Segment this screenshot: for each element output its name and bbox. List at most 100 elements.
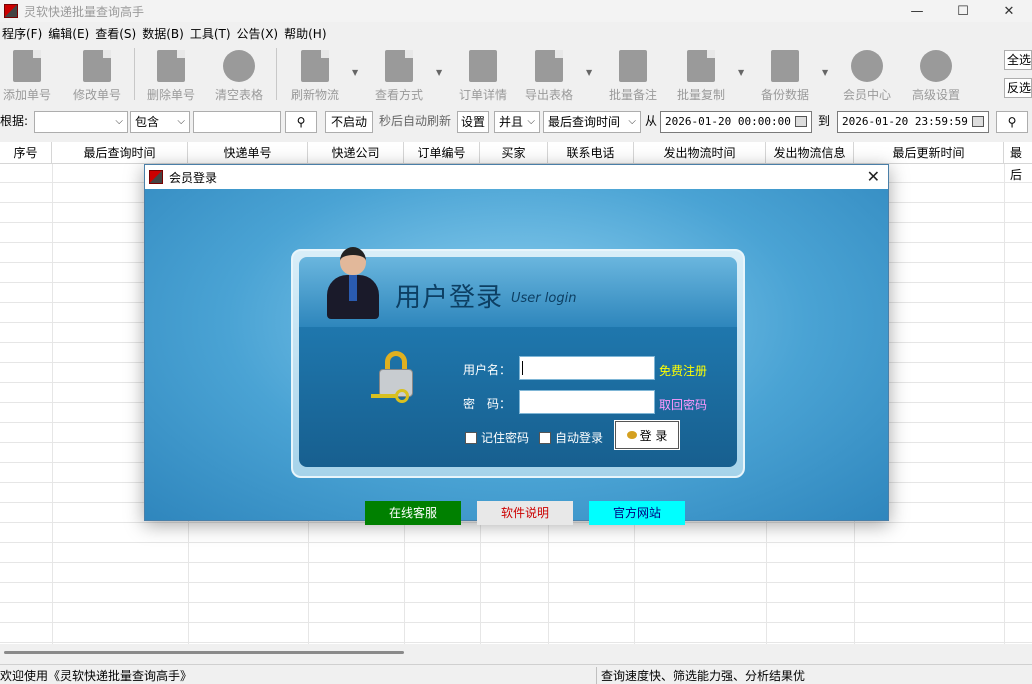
col-tracking-number[interactable]: 快递单号 — [188, 142, 308, 164]
register-link[interactable]: 免费注册 — [659, 362, 707, 379]
chevron-down-icon[interactable]: ▼ — [738, 68, 744, 77]
menu-view[interactable]: 查看(S) — [93, 25, 140, 42]
col-last-update-time[interactable]: 最后更新时间 — [854, 142, 1004, 164]
calendar-icon[interactable] — [972, 116, 984, 127]
menu-notice[interactable]: 公告(X) — [235, 25, 283, 42]
auto-refresh-label: 秒后自动刷新 — [379, 114, 452, 128]
note-icon — [619, 50, 647, 82]
menu-tools[interactable]: 工具(T) — [188, 25, 235, 42]
title-bar: 灵软快递批量查询高手 — ☐ ✕ — [0, 0, 1032, 22]
backup-data-button[interactable]: 备份数据 — [758, 48, 812, 102]
advanced-settings-button[interactable]: 高级设置 — [906, 48, 966, 102]
login-subtitle: User login — [511, 291, 577, 306]
invert-selection-button[interactable]: 反选 — [1004, 78, 1032, 98]
password-input[interactable] — [519, 390, 655, 414]
toolbar-divider — [134, 48, 135, 100]
chevron-down-icon[interactable]: ▼ — [436, 68, 442, 77]
settings-button[interactable]: 设置 — [457, 111, 489, 133]
menu-data[interactable]: 数据(B) — [140, 25, 188, 42]
login-header: 用户登录 User login — [299, 247, 737, 327]
filter-keyword-input[interactable] — [193, 111, 281, 133]
toolbar: 添加单号 修改单号 删除单号 清空表格 刷新物流 ▼ 查看方式 ▼ 订单详情 导… — [0, 44, 1032, 104]
chevron-down-icon[interactable]: ▼ — [822, 68, 828, 77]
auto-refresh-toggle[interactable]: 不启动 — [325, 111, 373, 133]
from-label: 从 — [645, 114, 658, 128]
settings-icon — [920, 50, 952, 82]
search-button[interactable]: ⚲ — [285, 111, 317, 133]
login-panel: 用户登录 User login 用户名： 免费注册 密 码： 取回密码 记住密码… — [291, 247, 745, 478]
export-icon — [535, 50, 563, 82]
date-field-select[interactable]: 最后查询时间 ⌵ — [543, 111, 641, 133]
view-mode-button[interactable]: 查看方式 — [372, 48, 426, 102]
recover-password-link[interactable]: 取回密码 — [659, 396, 707, 413]
col-courier[interactable]: 快递公司 — [308, 142, 404, 164]
status-welcome: 欢迎使用《灵软快递批量查询高手》 — [0, 669, 193, 683]
refresh-logistics-button[interactable]: 刷新物流 — [288, 48, 342, 102]
dialog-title-bar: 会员登录 ✕ — [145, 165, 888, 189]
member-center-button[interactable]: 会员中心 — [840, 48, 894, 102]
chevron-down-icon: ⌵ — [527, 116, 535, 127]
col-phone[interactable]: 联系电话 — [548, 142, 634, 164]
username-input[interactable] — [519, 356, 655, 380]
edit-number-button[interactable]: 修改单号 — [70, 48, 124, 102]
col-buyer[interactable]: 买家 — [480, 142, 548, 164]
column-divider — [52, 164, 53, 644]
status-slogan: 查询速度快、筛选能力强、分析结果优 — [596, 667, 805, 684]
menu-edit[interactable]: 编辑(E) — [46, 25, 93, 42]
calendar-icon[interactable] — [795, 116, 807, 127]
col-ship-info[interactable]: 发出物流信息 — [766, 142, 854, 164]
copy-icon — [687, 50, 715, 82]
batch-note-button[interactable]: 批量备注 — [606, 48, 660, 102]
col-last[interactable]: 最后 — [1004, 142, 1032, 182]
basis-field-select[interactable]: ⌵ — [34, 111, 128, 133]
logic-select[interactable]: 并且 ⌵ — [494, 111, 540, 133]
filter-bar: 根据: ⌵ 包含 ⌵ ⚲ 不启动 秒后自动刷新 设置 并且 ⌵ 最后查询时间 ⌵ 从 … — [0, 110, 1032, 134]
username-label: 用户名： — [463, 363, 512, 377]
date-search-button[interactable]: ⚲ — [996, 111, 1028, 133]
table-header: 序号 最后查询时间 快递单号 快递公司 订单编号 买家 联系电话 发出物流时间 … — [0, 142, 1032, 182]
remember-password-checkbox[interactable]: 记住密码 — [465, 429, 529, 446]
column-divider — [1004, 164, 1005, 644]
key-icon — [371, 389, 409, 403]
close-button[interactable]: ✕ — [986, 0, 1032, 22]
chevron-down-icon: ⌵ — [177, 116, 185, 127]
search-icon: ⚲ — [296, 115, 306, 129]
col-index[interactable]: 序号 — [0, 142, 52, 164]
col-order-number[interactable]: 订单编号 — [404, 142, 480, 164]
clear-icon — [223, 50, 255, 82]
member-icon — [851, 50, 883, 82]
horizontal-scrollbar[interactable] — [0, 644, 1032, 662]
col-last-query-time[interactable]: 最后查询时间 — [52, 142, 188, 164]
match-mode-select[interactable]: 包含 ⌵ — [130, 111, 190, 133]
delete-number-button[interactable]: 删除单号 — [144, 48, 198, 102]
clear-table-button[interactable]: 清空表格 — [212, 48, 266, 102]
login-button[interactable]: 登 录 — [614, 420, 680, 450]
doc-icon — [13, 50, 41, 82]
chevron-down-icon[interactable]: ▼ — [586, 68, 592, 77]
add-number-button[interactable]: 添加单号 — [0, 48, 54, 102]
window-title: 灵软快递批量查询高手 — [24, 4, 145, 19]
export-table-button[interactable]: 导出表格 — [522, 48, 576, 102]
toolbar-divider — [276, 48, 277, 100]
col-ship-time[interactable]: 发出物流时间 — [634, 142, 766, 164]
batch-copy-button[interactable]: 批量复制 — [674, 48, 728, 102]
minimize-button[interactable]: — — [894, 0, 940, 22]
menu-program[interactable]: 程序(F) — [0, 25, 46, 42]
scrollbar-thumb[interactable] — [4, 651, 404, 654]
software-help-button[interactable]: 软件说明 — [477, 501, 573, 525]
select-all-button[interactable]: 全选 — [1004, 50, 1032, 70]
search-icon: ⚲ — [1007, 115, 1017, 129]
from-datetime-picker[interactable]: 2026-01-20 00:00:00 — [660, 111, 812, 133]
chevron-down-icon[interactable]: ▼ — [352, 68, 358, 77]
to-datetime-picker[interactable]: 2026-01-20 23:59:59 — [837, 111, 989, 133]
official-website-button[interactable]: 官方网站 — [589, 501, 685, 525]
delete-icon — [157, 50, 185, 82]
maximize-button[interactable]: ☐ — [940, 0, 986, 22]
auto-login-checkbox[interactable]: 自动登录 — [539, 429, 603, 446]
close-icon[interactable]: ✕ — [867, 167, 880, 186]
chevron-down-icon: ⌵ — [628, 116, 636, 127]
online-support-button[interactable]: 在线客服 — [365, 501, 461, 525]
order-detail-button[interactable]: 订单详情 — [456, 48, 510, 102]
login-dialog: 会员登录 ✕ 用户登录 User login 用户名： 免费注册 密 码： 取回… — [144, 164, 889, 525]
menu-help[interactable]: 帮助(H) — [282, 25, 330, 42]
